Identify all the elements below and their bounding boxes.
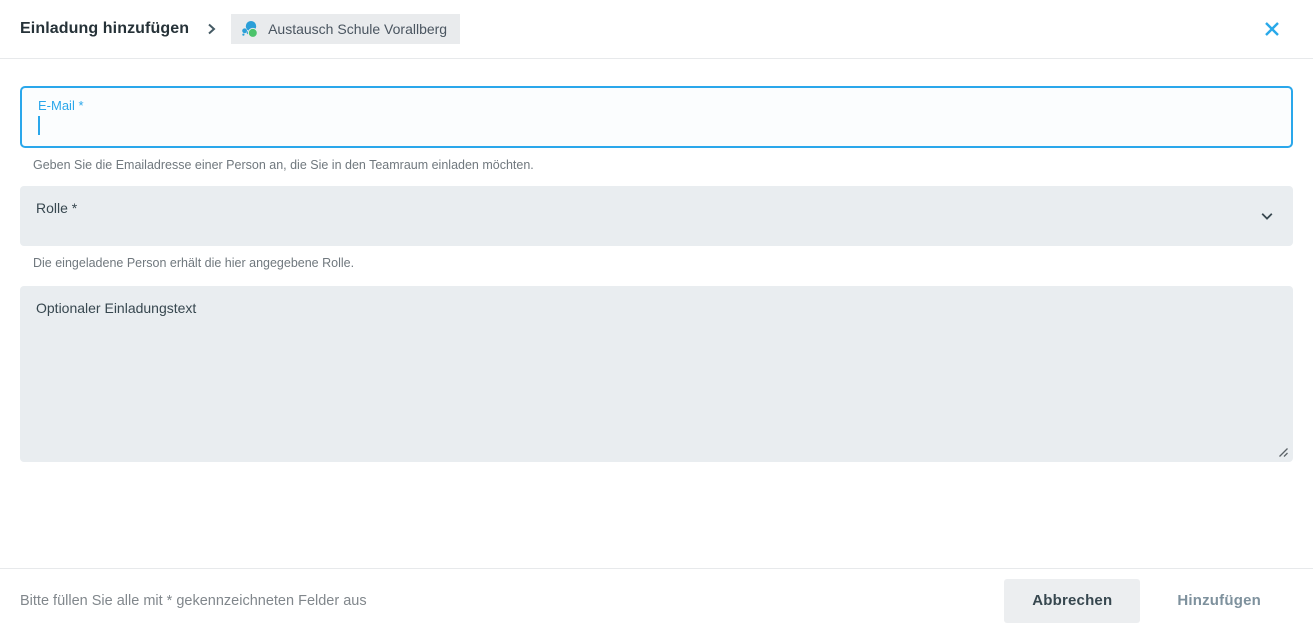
email-field[interactable]: E-Mail * — [20, 86, 1293, 148]
chevron-down-icon — [1259, 208, 1275, 224]
close-icon — [1261, 18, 1283, 40]
add-button[interactable]: Hinzufügen — [1161, 579, 1277, 623]
role-select[interactable]: Rolle * — [20, 186, 1293, 246]
role-select-label: Rolle * — [36, 200, 1277, 216]
required-fields-note: Bitte füllen Sie alle mit * gekennzeichn… — [20, 593, 367, 609]
chevron-right-icon — [201, 19, 221, 39]
teamroom-icon — [240, 20, 259, 39]
dialog-footer: Bitte füllen Sie alle mit * gekennzeichn… — [0, 568, 1313, 632]
email-helper-text: Geben Sie die Emailadresse einer Person … — [33, 158, 1293, 172]
add-invitation-dialog: Einladung hinzufügen Austausch Schule Vo… — [0, 0, 1313, 462]
dialog-body: E-Mail * Geben Sie die Emailadresse eine… — [0, 86, 1313, 462]
email-input[interactable] — [38, 114, 1275, 136]
invitation-text-wrap — [20, 286, 1293, 462]
cancel-button[interactable]: Abbrechen — [1004, 579, 1140, 623]
role-helper-text: Die eingeladene Person erhält die hier a… — [33, 256, 1293, 270]
text-caret — [38, 116, 40, 135]
resize-handle-icon[interactable] — [1277, 446, 1289, 458]
teamroom-chip-label: Austausch Schule Vorallberg — [268, 21, 447, 37]
invitation-text-textarea[interactable] — [20, 286, 1293, 462]
page-title: Einladung hinzufügen — [20, 20, 189, 38]
dialog-header: Einladung hinzufügen Austausch Schule Vo… — [0, 0, 1313, 59]
email-field-label: E-Mail * — [38, 98, 1275, 114]
close-button[interactable] — [1257, 14, 1287, 44]
teamroom-chip[interactable]: Austausch Schule Vorallberg — [231, 14, 460, 44]
